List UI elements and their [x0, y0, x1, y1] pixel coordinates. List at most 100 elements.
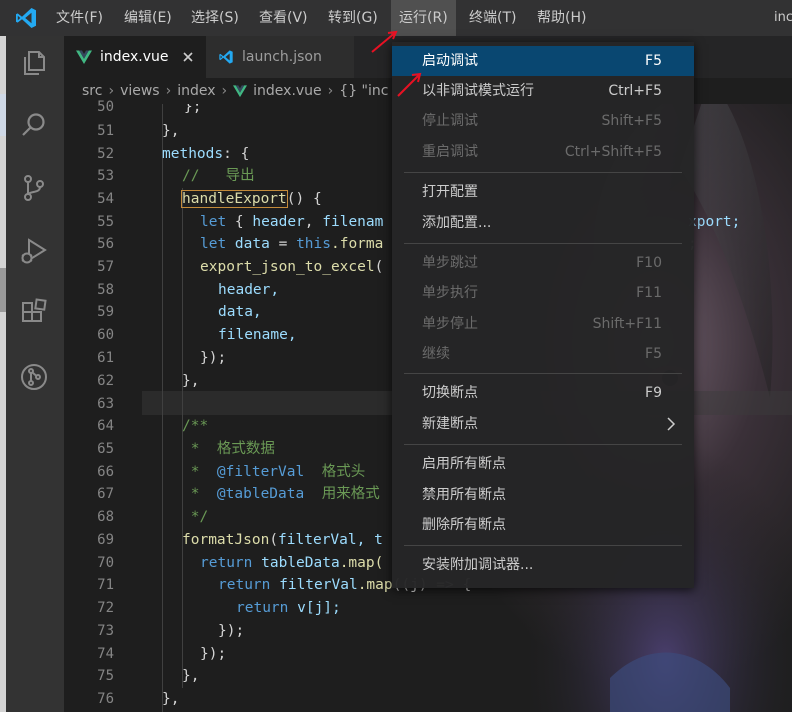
- code-line: });: [200, 646, 227, 662]
- close-icon[interactable]: [181, 50, 195, 64]
- tab-index-vue[interactable]: index.vue: [64, 36, 206, 78]
- chevron-right-icon: [667, 417, 676, 431]
- code-line: };: [184, 104, 202, 115]
- line-number: 65: [97, 441, 114, 457]
- line-number: 62: [97, 373, 114, 389]
- menu-item-new-breakpoint[interactable]: 新建断点: [392, 409, 694, 439]
- line-number: 68: [97, 509, 114, 525]
- line-number: 52: [97, 146, 114, 162]
- search-icon[interactable]: [19, 110, 49, 140]
- line-number: 63: [97, 396, 114, 412]
- code-line: return v[j];: [236, 600, 341, 616]
- window-title: inc: [774, 10, 792, 25]
- line-number: 59: [97, 304, 114, 320]
- code-line: filename,: [218, 327, 297, 343]
- line-number: 58: [97, 282, 114, 298]
- menu-item-disable-all-breakpoints[interactable]: 禁用所有断点: [392, 480, 694, 510]
- line-number: 55: [97, 214, 114, 230]
- line-number: 56: [97, 236, 114, 252]
- code-line: let { header, filenam: [200, 214, 384, 230]
- code-line: let data = this.forma: [200, 236, 384, 252]
- activity-bar: [6, 36, 64, 712]
- menu-item-remove-all-breakpoints[interactable]: 删除所有断点: [392, 510, 694, 540]
- code-line-tail: xport;: [688, 214, 741, 230]
- line-number: 70: [97, 555, 114, 571]
- breadcrumb-item[interactable]: views: [120, 83, 160, 99]
- menu-item-toggle-breakpoint[interactable]: 切换断点 F9: [392, 378, 694, 408]
- line-number-gutter: 50 51 52 53 54 55 56 57 58 59 60 61 62 6…: [64, 99, 142, 712]
- line-number: 76: [97, 691, 114, 707]
- code-line: * @filterVal 格式头: [182, 464, 366, 480]
- line-number: 66: [97, 464, 114, 480]
- menu-item-continue: 继续 F5: [422, 346, 662, 362]
- line-number: 64: [97, 418, 114, 434]
- menu-terminal[interactable]: 终端(T): [463, 0, 522, 36]
- chevron-right-icon: ›: [221, 83, 228, 99]
- code-line: handleExport() {: [181, 190, 322, 208]
- code-line: },: [182, 373, 200, 389]
- menu-item-add-configuration[interactable]: 添加配置...: [392, 208, 694, 238]
- line-number: 72: [97, 600, 114, 616]
- code-line: methods: {: [162, 146, 250, 162]
- gitlens-icon[interactable]: [19, 362, 49, 392]
- line-number: 57: [97, 259, 114, 275]
- vscode-logo-icon: [16, 8, 36, 28]
- menu-item-stop-debugging: 停止调试 Shift+F5: [422, 113, 662, 129]
- code-line: formatJson(filterVal, t: [182, 532, 383, 548]
- line-number: 71: [97, 577, 114, 593]
- vue-icon: [233, 85, 248, 98]
- line-number: 75: [97, 668, 114, 684]
- code-line: */: [182, 509, 209, 525]
- chevron-right-icon: ›: [327, 83, 334, 99]
- menu-item-enable-all-breakpoints[interactable]: 启用所有断点: [392, 449, 694, 479]
- code-line: },: [162, 691, 180, 707]
- breadcrumb-item[interactable]: index.vue: [253, 83, 322, 99]
- tab-launch-json[interactable]: launch.json: [206, 36, 354, 78]
- menu-item-open-configurations[interactable]: 打开配置: [392, 177, 694, 207]
- menu-separator: [404, 545, 682, 546]
- menu-item-install-debuggers[interactable]: 安装附加调试器...: [392, 550, 694, 580]
- chevron-right-icon: ›: [165, 83, 172, 99]
- code-line: /**: [182, 418, 209, 434]
- code-line: data,: [218, 304, 262, 320]
- line-number: 51: [97, 123, 114, 139]
- menu-separator: [404, 172, 682, 173]
- explorer-icon[interactable]: [19, 48, 49, 78]
- annotation-arrow-menu: [371, 31, 397, 53]
- line-number: 54: [97, 191, 114, 207]
- run-debug-icon[interactable]: [19, 236, 49, 266]
- code-line: return tableData.map(: [200, 555, 384, 571]
- line-number: 67: [97, 486, 114, 502]
- code-line: },: [182, 668, 200, 684]
- vscode-json-icon: [219, 50, 233, 64]
- line-number: 73: [97, 623, 114, 639]
- code-line: export_json_to_excel(: [200, 259, 384, 275]
- annotation-arrow-item: [397, 73, 421, 97]
- line-number: 74: [97, 646, 114, 662]
- menu-file[interactable]: 文件(F): [50, 0, 109, 36]
- code-line: });: [218, 623, 245, 639]
- source-control-icon[interactable]: [19, 173, 49, 203]
- tab-label: index.vue: [100, 49, 169, 65]
- code-line: * 格式数据: [182, 441, 275, 457]
- menu-edit[interactable]: 编辑(E): [118, 0, 178, 36]
- menu-selection[interactable]: 选择(S): [185, 0, 245, 36]
- code-line: * @tableData 用来格式: [182, 486, 380, 502]
- menu-item-step-out: 单步停止 Shift+F11: [422, 316, 662, 332]
- menu-view[interactable]: 查看(V): [253, 0, 314, 36]
- code-line: header,: [218, 282, 280, 298]
- line-number: 60: [97, 327, 114, 343]
- extensions-icon[interactable]: [19, 298, 49, 328]
- menu-separator: [404, 373, 682, 374]
- code-line: },: [162, 123, 180, 139]
- code-line: // 导出: [182, 168, 255, 184]
- line-number: 69: [97, 532, 114, 548]
- menu-separator: [404, 243, 682, 244]
- code-line: });: [200, 350, 227, 366]
- run-menu-dropdown: 启动调试 F5 以非调试模式运行 Ctrl+F5 停止调试 Shift+F5 重启调试…: [392, 42, 694, 588]
- breadcrumb-item[interactable]: index: [177, 83, 215, 99]
- menu-item-step-over: 单步跳过 F10: [422, 255, 662, 271]
- annotation-arrows: [371, 30, 422, 97]
- tab-label: launch.json: [242, 49, 322, 65]
- menu-help[interactable]: 帮助(H): [531, 0, 592, 36]
